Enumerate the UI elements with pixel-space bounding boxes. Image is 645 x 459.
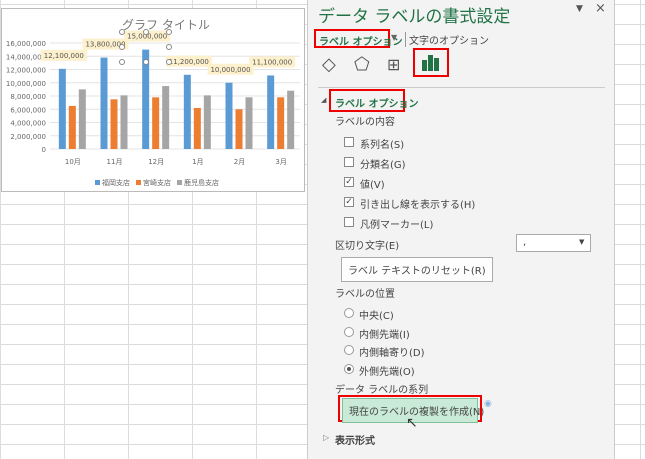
legend: 福岡支店 宮崎支店 鹿児島支店 xyxy=(2,177,306,188)
checkbox-label[interactable]: 凡例マーカー(L) xyxy=(360,216,433,231)
legend-swatch xyxy=(95,180,100,185)
label-position-heading: ラベルの位置 xyxy=(335,289,395,300)
bar-chart-icon[interactable] xyxy=(421,55,441,71)
y-tick-label: 8,000,000 xyxy=(10,93,46,101)
tab-text-options[interactable]: 文字のオプション xyxy=(405,32,489,47)
checkbox-label[interactable]: 引き出し線を表示する(H) xyxy=(360,196,475,211)
bar[interactable] xyxy=(162,86,170,149)
selection-handle[interactable] xyxy=(166,29,172,35)
separator-label: 区切り文字(E) xyxy=(335,241,400,252)
bar[interactable] xyxy=(193,107,201,149)
radio-button[interactable] xyxy=(344,363,354,374)
section-label-options[interactable]: ラベル オプション xyxy=(335,95,418,110)
x-tick-label: 12月 xyxy=(148,158,164,166)
radio-label[interactable]: 内側軸寄り(D) xyxy=(359,344,425,359)
selection-handle[interactable] xyxy=(166,59,172,65)
bar[interactable] xyxy=(58,68,66,149)
bar[interactable] xyxy=(100,57,108,150)
y-tick-label: 4,000,000 xyxy=(10,120,46,128)
bar[interactable] xyxy=(235,109,243,149)
bar[interactable] xyxy=(267,75,275,149)
x-tick-label: 1月 xyxy=(192,158,203,166)
data-label[interactable]: 10,000,000 xyxy=(210,66,250,74)
legend-entry[interactable]: 福岡支店 xyxy=(102,179,130,187)
pane-title: データ ラベルの書式設定 xyxy=(318,7,511,27)
chart-canvas: 0 2,000,000 4,000,000 6,000,000 8,000,000 10,… xyxy=(6,30,300,166)
radio-button[interactable] xyxy=(344,345,354,355)
bar[interactable] xyxy=(183,74,191,149)
checkbox[interactable]: ✓ xyxy=(344,197,354,207)
radio-label[interactable]: 外側先端(O) xyxy=(359,363,415,378)
selection-handle[interactable] xyxy=(119,59,125,65)
y-tick-label: 10,000,000 xyxy=(6,80,46,88)
x-tick-label: 11月 xyxy=(107,158,123,166)
checkbox[interactable]: ✓ xyxy=(344,177,354,187)
bar[interactable] xyxy=(110,99,118,149)
format-data-labels-pane: データ ラベルの書式設定 ▼ × ラベル オプション ▼ 文字のオプション ◇ … xyxy=(307,0,615,459)
selection-handle[interactable] xyxy=(119,29,125,35)
legend-entry[interactable]: 鹿児島支店 xyxy=(184,179,219,187)
data-label[interactable]: 12,100,000 xyxy=(44,52,84,60)
tab-label-options[interactable]: ラベル オプション xyxy=(319,33,402,48)
checkbox[interactable] xyxy=(344,217,354,227)
y-tick-label: 0 xyxy=(42,146,46,154)
mouse-cursor-icon: ↖ xyxy=(406,415,418,431)
legend-swatch xyxy=(136,180,141,185)
close-icon[interactable]: × xyxy=(595,1,606,16)
bar[interactable] xyxy=(287,90,295,149)
selection-handle[interactable] xyxy=(166,44,172,50)
legend-entry[interactable]: 宮崎支店 xyxy=(143,179,171,187)
bar[interactable] xyxy=(78,89,86,149)
size-properties-icon[interactable]: ⊞ xyxy=(387,55,400,74)
checkbox-label[interactable]: 分類名(G) xyxy=(360,156,406,171)
label-series-heading: データ ラベルの系列 xyxy=(335,385,429,396)
bar[interactable] xyxy=(152,97,160,149)
y-tick-label: 2,000,000 xyxy=(10,133,46,141)
data-label[interactable]: 11,200,000 xyxy=(169,58,209,66)
selection-handle[interactable] xyxy=(143,29,149,35)
chart[interactable]: 0 2,000,000 4,000,000 6,000,000 8,000,000 10,… xyxy=(1,8,305,192)
pane-options-icon[interactable]: ▼ xyxy=(576,4,583,14)
x-tick-label: 2月 xyxy=(234,158,245,166)
bar[interactable] xyxy=(203,95,211,149)
checkbox[interactable] xyxy=(344,157,354,167)
separator-dropdown[interactable]: , ▼ xyxy=(516,234,591,252)
radio-label[interactable]: 内側先端(I) xyxy=(359,326,410,341)
radio-button[interactable] xyxy=(344,308,354,318)
bar[interactable] xyxy=(277,97,285,149)
info-icon: ◉ xyxy=(484,399,492,409)
divider xyxy=(318,87,605,88)
x-tick-label: 10月 xyxy=(65,158,81,166)
reset-label-text-button[interactable]: ラベル テキストのリセット(R) xyxy=(341,257,493,282)
y-tick-label: 6,000,000 xyxy=(10,106,46,114)
section-number-format[interactable]: 表示形式 xyxy=(335,432,375,447)
chevron-down-icon[interactable]: ▼ xyxy=(391,33,397,42)
chevron-down-icon: ▼ xyxy=(579,238,585,246)
y-tick-label: 14,000,000 xyxy=(6,53,46,61)
legend-swatch xyxy=(177,180,182,185)
bar[interactable] xyxy=(225,82,233,149)
x-tick-label: 3月 xyxy=(275,158,286,166)
bar[interactable] xyxy=(68,105,76,149)
expand-triangle-icon[interactable]: ◢ xyxy=(321,96,326,104)
checkbox[interactable] xyxy=(344,137,354,147)
bar[interactable] xyxy=(120,95,128,149)
collapse-triangle-icon[interactable]: ▷ xyxy=(323,433,329,442)
checkbox-label[interactable]: 値(V) xyxy=(360,176,385,191)
y-tick-label: 12,000,000 xyxy=(6,67,46,75)
fill-line-icon[interactable]: ◇ xyxy=(322,54,336,75)
radio-label[interactable]: 中央(C) xyxy=(359,307,394,322)
selection-handle[interactable] xyxy=(143,59,149,65)
data-label[interactable]: 11,100,000 xyxy=(252,58,292,66)
selection-handle[interactable] xyxy=(119,44,125,50)
radio-button[interactable] xyxy=(344,326,354,337)
bar[interactable] xyxy=(245,97,253,149)
separator-value: , xyxy=(523,237,527,248)
checkbox-label[interactable]: 系列名(S) xyxy=(360,136,404,151)
effects-icon[interactable]: ⬠ xyxy=(354,54,370,75)
label-contents-heading: ラベルの内容 xyxy=(335,117,395,128)
y-tick-label: 16,000,000 xyxy=(6,40,46,48)
